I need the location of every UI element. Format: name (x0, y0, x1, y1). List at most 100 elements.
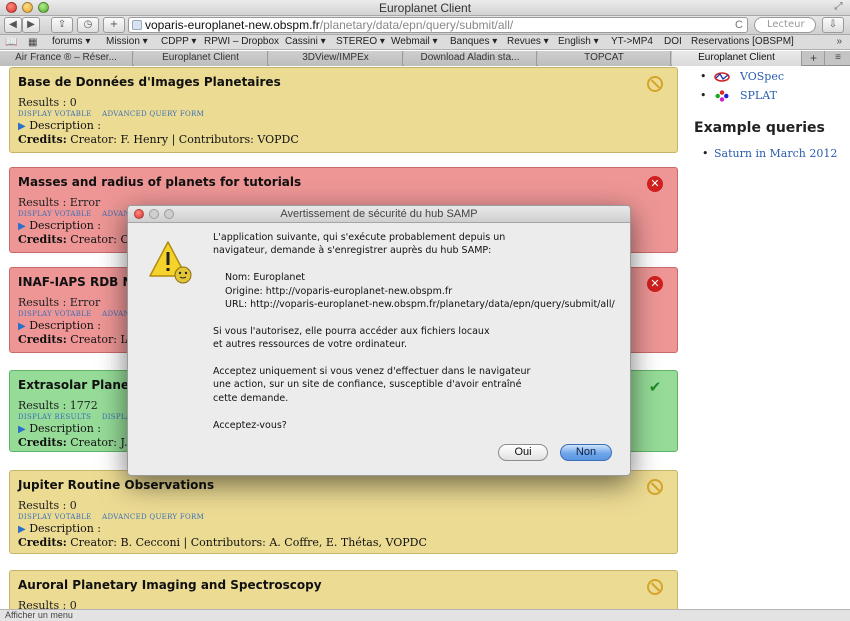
dialog-text-line: Si vous l'autorisez, elle pourra accéder… (213, 325, 490, 337)
bookmark-cassini[interactable]: Cassini ▾ (285, 35, 326, 49)
display-votable-link[interactable]: DISPLAY VOTABLE (18, 110, 92, 118)
credits-label: Credits: (18, 233, 67, 246)
share-button[interactable]: ⇪ (51, 17, 73, 33)
tab-topcat[interactable]: TOPCAT (538, 51, 671, 66)
disclosure-triangle-icon: ▶ (18, 424, 26, 435)
bookmarks-bar: 📖 ▦ forums ▾ Mission ▾ CDPP ▾ RPWI – Dro… (0, 35, 850, 50)
advanced-query-form-link[interactable]: ADVANCED QUERY FORM (102, 110, 204, 118)
tool-link-splat[interactable]: SPLAT (694, 86, 850, 105)
tab-strip: Air France ® – Réser... Europlanet Clien… (0, 51, 850, 66)
forward-button[interactable]: ▶ (22, 17, 40, 33)
dialog-text-line: L'application suivante, qui s'exécute pr… (213, 232, 506, 243)
fullscreen-icon[interactable]: ⤢ (833, 2, 844, 13)
bookmark-stereo[interactable]: STEREO ▾ (336, 35, 385, 49)
decline-button[interactable]: Non (560, 444, 612, 461)
service-title: Auroral Planetary Imaging and Spectrosco… (18, 578, 322, 592)
credits-label: Credits: (18, 536, 67, 549)
bookmark-rpwi-dropbox[interactable]: RPWI – Dropbox (204, 35, 279, 49)
error-icon: ✕ (647, 176, 663, 192)
samp-security-dialog: Avertissement de sécurité du hub SAMP L'… (127, 205, 631, 476)
service-title: Jupiter Routine Observations (18, 478, 215, 492)
dialog-accept-advice: Acceptez uniquement si vous venez d'effe… (213, 365, 623, 405)
tools-list: VOSpec SPLAT (694, 67, 850, 105)
service-title: Base de Données d'Images Planetaires (18, 75, 281, 89)
no-results-icon (647, 76, 663, 92)
display-votable-link[interactable]: DISPLAY VOTABLE (18, 210, 92, 218)
bookmark-doi[interactable]: DOI (664, 35, 682, 49)
example-queries-list: Saturn in March 2012 (694, 146, 850, 162)
reload-icon[interactable]: C (735, 18, 743, 32)
bookmark-forums[interactable]: forums ▾ (52, 35, 90, 49)
example-query-link[interactable]: Saturn in March 2012 (694, 146, 850, 162)
add-tab-button[interactable]: + (803, 51, 825, 66)
bookmark-webmail[interactable]: Webmail ▾ (391, 35, 438, 49)
dialog-text-line: Acceptez uniquement si vous venez d'effe… (213, 366, 531, 378)
display-results-link[interactable]: DISPLAY RESULTS (18, 413, 91, 421)
back-button[interactable]: ◀ (4, 17, 22, 33)
accept-button[interactable]: Oui (498, 444, 548, 461)
dialog-text-line: et autres ressources de votre ordinateur… (213, 339, 407, 351)
bookmark-mission[interactable]: Mission ▾ (106, 35, 148, 49)
service-credits: Credits: Creator: F. Henry | Contributor… (18, 133, 669, 146)
dialog-message: L'application suivante, qui s'exécute pr… (213, 231, 623, 432)
description-label: Description : (29, 522, 102, 535)
service-card: Base de Données d'Images Planetaires Res… (9, 67, 678, 153)
tab-europlanet-client-1[interactable]: Europlanet Client (134, 51, 268, 66)
dialog-text-line: cette demande. (213, 392, 289, 404)
description-toggle[interactable]: ▶ Description : (18, 119, 669, 132)
warning-icon (149, 241, 192, 284)
vospec-icon (714, 72, 730, 82)
bookmark-cdpp[interactable]: CDPP ▾ (161, 35, 196, 49)
history-button[interactable]: ◷ (77, 17, 99, 33)
tab-europlanet-client-active[interactable]: Europlanet Client (672, 51, 802, 66)
downloads-icon[interactable]: ⇩ (822, 17, 844, 33)
window-titlebar: Europlanet Client ⤢ (0, 0, 850, 16)
sidebar: VOSpec SPLAT Example queries Saturn in M… (694, 67, 850, 162)
dialog-question: Acceptez-vous? (213, 419, 287, 431)
disclosure-triangle-icon: ▶ (18, 121, 26, 132)
credits-label: Credits: (18, 333, 67, 346)
service-card: Jupiter Routine Observations Results : 0… (9, 470, 678, 554)
display-votable-link[interactable]: DISPLAY VOTABLE (18, 310, 92, 318)
bookmark-banques[interactable]: Banques ▾ (450, 35, 497, 49)
dialog-text-line: navigateur, demande à s'enregistrer aupr… (213, 245, 492, 257)
service-results: Results : 0 (18, 499, 77, 512)
address-bar[interactable]: voparis-europlanet-new.obspm.fr/planetar… (128, 17, 748, 33)
credits-label: Credits: (18, 436, 67, 449)
no-results-icon (647, 579, 663, 595)
bookmark-yt-mp4[interactable]: YT->MP4 (611, 35, 653, 49)
splat-icon (715, 90, 729, 102)
bookmark-english[interactable]: English ▾ (558, 35, 599, 49)
tab-air-france[interactable]: Air France ® – Réser... (0, 51, 133, 66)
tool-label: SPLAT (740, 89, 777, 102)
bookmarks-book-icon[interactable]: 📖 (5, 36, 17, 50)
tool-link-vospec[interactable]: VOSpec (694, 67, 850, 86)
reader-button[interactable]: Lecteur (754, 17, 816, 33)
disclosure-triangle-icon: ▶ (18, 524, 26, 535)
status-bar: Afficher un menu (0, 609, 850, 621)
service-credits: Credits: Creator: B. Cecconi | Contribut… (18, 536, 669, 549)
bookmark-revues[interactable]: Revues ▾ (507, 35, 549, 49)
no-results-icon (647, 479, 663, 495)
service-results: Results : 0 (18, 599, 77, 609)
example-queries-heading: Example queries (694, 120, 825, 136)
tab-download-aladin[interactable]: Download Aladin sta... (404, 51, 537, 66)
description-toggle[interactable]: ▶ Description : (18, 522, 669, 535)
tab-list-button[interactable]: ≡ (826, 51, 850, 66)
description-label: Description : (29, 319, 102, 332)
top-sites-grid-icon[interactable]: ▦ (28, 36, 37, 50)
service-title: Masses and radius of planets for tutoria… (18, 175, 302, 189)
dialog-title: Avertissement de sécurité du hub SAMP (280, 208, 478, 220)
new-tab-button[interactable]: + (103, 17, 125, 33)
advanced-query-form-link[interactable]: ADVANCED QUERY FORM (102, 513, 204, 521)
dialog-titlebar: Avertissement de sécurité du hub SAMP (128, 206, 630, 223)
service-card: Auroral Planetary Imaging and Spectrosco… (9, 570, 678, 609)
tab-3dview-impex[interactable]: 3DView/IMPEx (269, 51, 403, 66)
url-path: /planetary/data/epn/query/submit/all/ (319, 18, 514, 32)
navigation-toolbar: ◀ ▶ ⇪ ◷ + voparis-europlanet-new.obspm.f… (0, 16, 850, 35)
bookmark-reservations[interactable]: Reservations [OBSPM] (691, 35, 794, 49)
app-name-line: Nom: Europlanet (225, 272, 306, 284)
app-url-line: URL: http://voparis-europlanet-new.obspm… (225, 299, 615, 311)
display-votable-link[interactable]: DISPLAY VOTABLE (18, 513, 92, 521)
bookmarks-overflow-button[interactable]: » (836, 35, 842, 49)
